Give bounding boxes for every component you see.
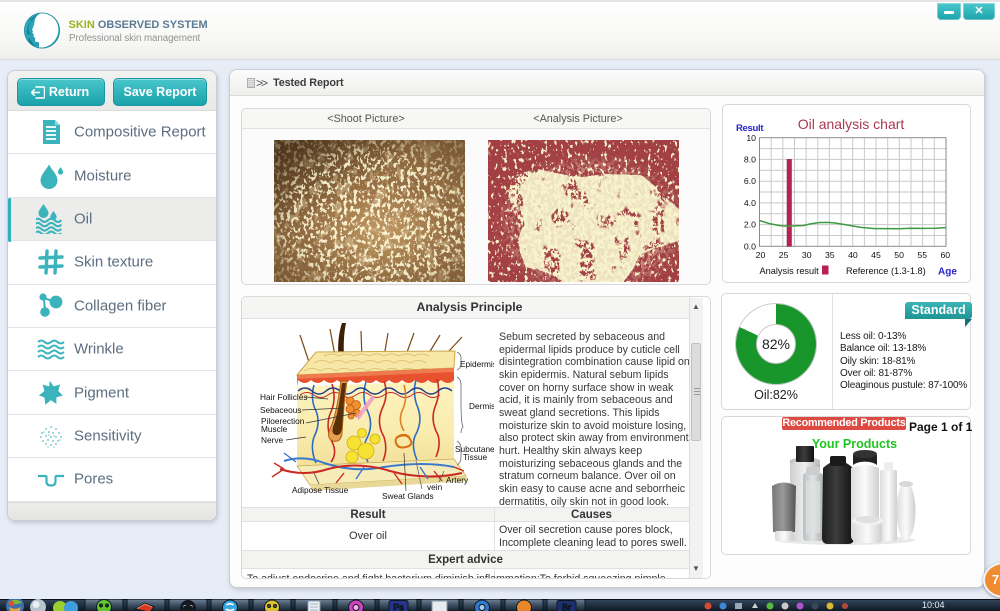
- svg-text:25: 25: [779, 250, 789, 260]
- svg-text:45: 45: [871, 250, 881, 260]
- svg-text:55: 55: [917, 250, 927, 260]
- svg-text:40: 40: [848, 250, 858, 260]
- svg-text:6.0: 6.0: [744, 176, 756, 186]
- svg-text:Epidermis: Epidermis: [460, 359, 494, 369]
- svg-text:Adipose Tissue: Adipose Tissue: [292, 485, 349, 495]
- svg-text:Dermis: Dermis: [469, 401, 494, 411]
- svg-text:30: 30: [802, 250, 812, 260]
- svg-text:Br: Br: [562, 603, 571, 611]
- svg-text:Age: Age: [938, 267, 957, 278]
- svg-text:Sebaceous: Sebaceous: [260, 405, 302, 415]
- svg-text:vein: vein: [427, 482, 443, 492]
- svg-text:Oil analysis chart: Oil analysis chart: [798, 116, 905, 132]
- svg-text:0.0: 0.0: [744, 241, 756, 251]
- svg-text:2.0: 2.0: [744, 220, 756, 230]
- svg-text:Hair Follicles: Hair Follicles: [260, 392, 307, 402]
- svg-text:60: 60: [940, 250, 950, 260]
- svg-text:Muscle: Muscle: [261, 424, 288, 434]
- svg-text:10: 10: [746, 133, 756, 143]
- svg-text:Sweat Glands: Sweat Glands: [382, 491, 434, 501]
- svg-text:Analysis result: Analysis result: [760, 266, 820, 276]
- svg-text:Reference (1.3-1.8): Reference (1.3-1.8): [846, 266, 926, 276]
- svg-text:35: 35: [825, 250, 835, 260]
- svg-text:Artery: Artery: [446, 475, 469, 485]
- svg-text:Tissue: Tissue: [463, 452, 488, 462]
- svg-text:8.0: 8.0: [744, 154, 756, 164]
- svg-text:50: 50: [894, 250, 904, 260]
- svg-text:4.0: 4.0: [744, 198, 756, 208]
- svg-text:20: 20: [756, 250, 766, 260]
- svg-text:Ps: Ps: [393, 603, 404, 611]
- svg-text:Nerve: Nerve: [261, 435, 284, 445]
